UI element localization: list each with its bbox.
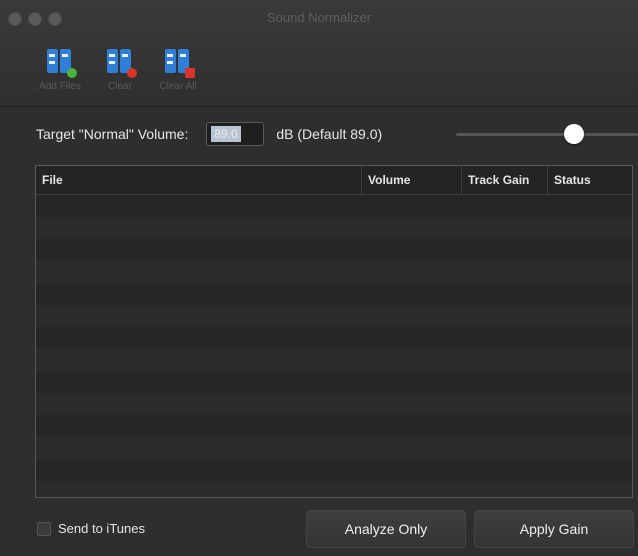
- files-table: File Volume Track Gain Status: [35, 165, 633, 498]
- empty-table-row: [36, 437, 632, 459]
- window-title: Sound Normalizer: [266, 10, 372, 25]
- column-header-file[interactable]: File: [36, 166, 362, 194]
- column-header-track-gain[interactable]: Track Gain: [462, 166, 548, 194]
- empty-table-row: [36, 283, 632, 305]
- apply-gain-button[interactable]: Apply Gain: [474, 510, 634, 548]
- column-header-volume[interactable]: Volume: [362, 166, 462, 194]
- empty-table-row: [36, 415, 632, 437]
- clear-all-icon: [163, 46, 195, 78]
- send-to-itunes-checkbox[interactable]: Send to iTunes: [37, 521, 145, 536]
- empty-table-row: [36, 349, 632, 371]
- empty-table-row: [36, 305, 632, 327]
- empty-table-row: [36, 261, 632, 283]
- empty-table-row: [36, 393, 632, 415]
- target-volume-label: Target "Normal" Volume:: [36, 126, 189, 142]
- clear-all-button[interactable]: Clear All: [138, 46, 218, 92]
- bottom-bar: Send to iTunes Analyze Only Apply Gain: [0, 510, 638, 556]
- empty-table-row: [36, 327, 632, 349]
- checkbox-box[interactable]: [37, 521, 51, 536]
- add-files-icon: [45, 46, 77, 78]
- table-body[interactable]: [36, 195, 632, 497]
- default-volume-label: dB (Default 89.0): [276, 126, 383, 142]
- empty-table-row: [36, 459, 632, 481]
- clear-all-label: Clear All: [159, 81, 197, 92]
- title-bar: Sound Normalizer Add Files Clear Clear A…: [0, 0, 638, 107]
- volume-slider-knob[interactable]: [564, 124, 584, 144]
- empty-table-row: [36, 481, 632, 497]
- send-to-itunes-label: Send to iTunes: [58, 521, 145, 536]
- empty-table-row: [36, 239, 632, 261]
- target-volume-value: 89.0: [211, 126, 241, 142]
- analyze-only-button[interactable]: Analyze Only: [306, 510, 466, 548]
- empty-table-row: [36, 217, 632, 239]
- table-header: File Volume Track Gain Status: [36, 166, 632, 195]
- volume-settings: Target "Normal" Volume: 89.0 dB (Default…: [36, 119, 382, 149]
- app-window: Sound Normalizer Add Files Clear Clear A…: [0, 0, 638, 556]
- empty-table-row: [36, 371, 632, 393]
- column-header-status[interactable]: Status: [548, 166, 632, 194]
- clear-icon: [105, 46, 137, 78]
- empty-table-row: [36, 195, 632, 217]
- volume-slider-track[interactable]: [456, 133, 638, 136]
- target-volume-input[interactable]: 89.0: [206, 122, 265, 146]
